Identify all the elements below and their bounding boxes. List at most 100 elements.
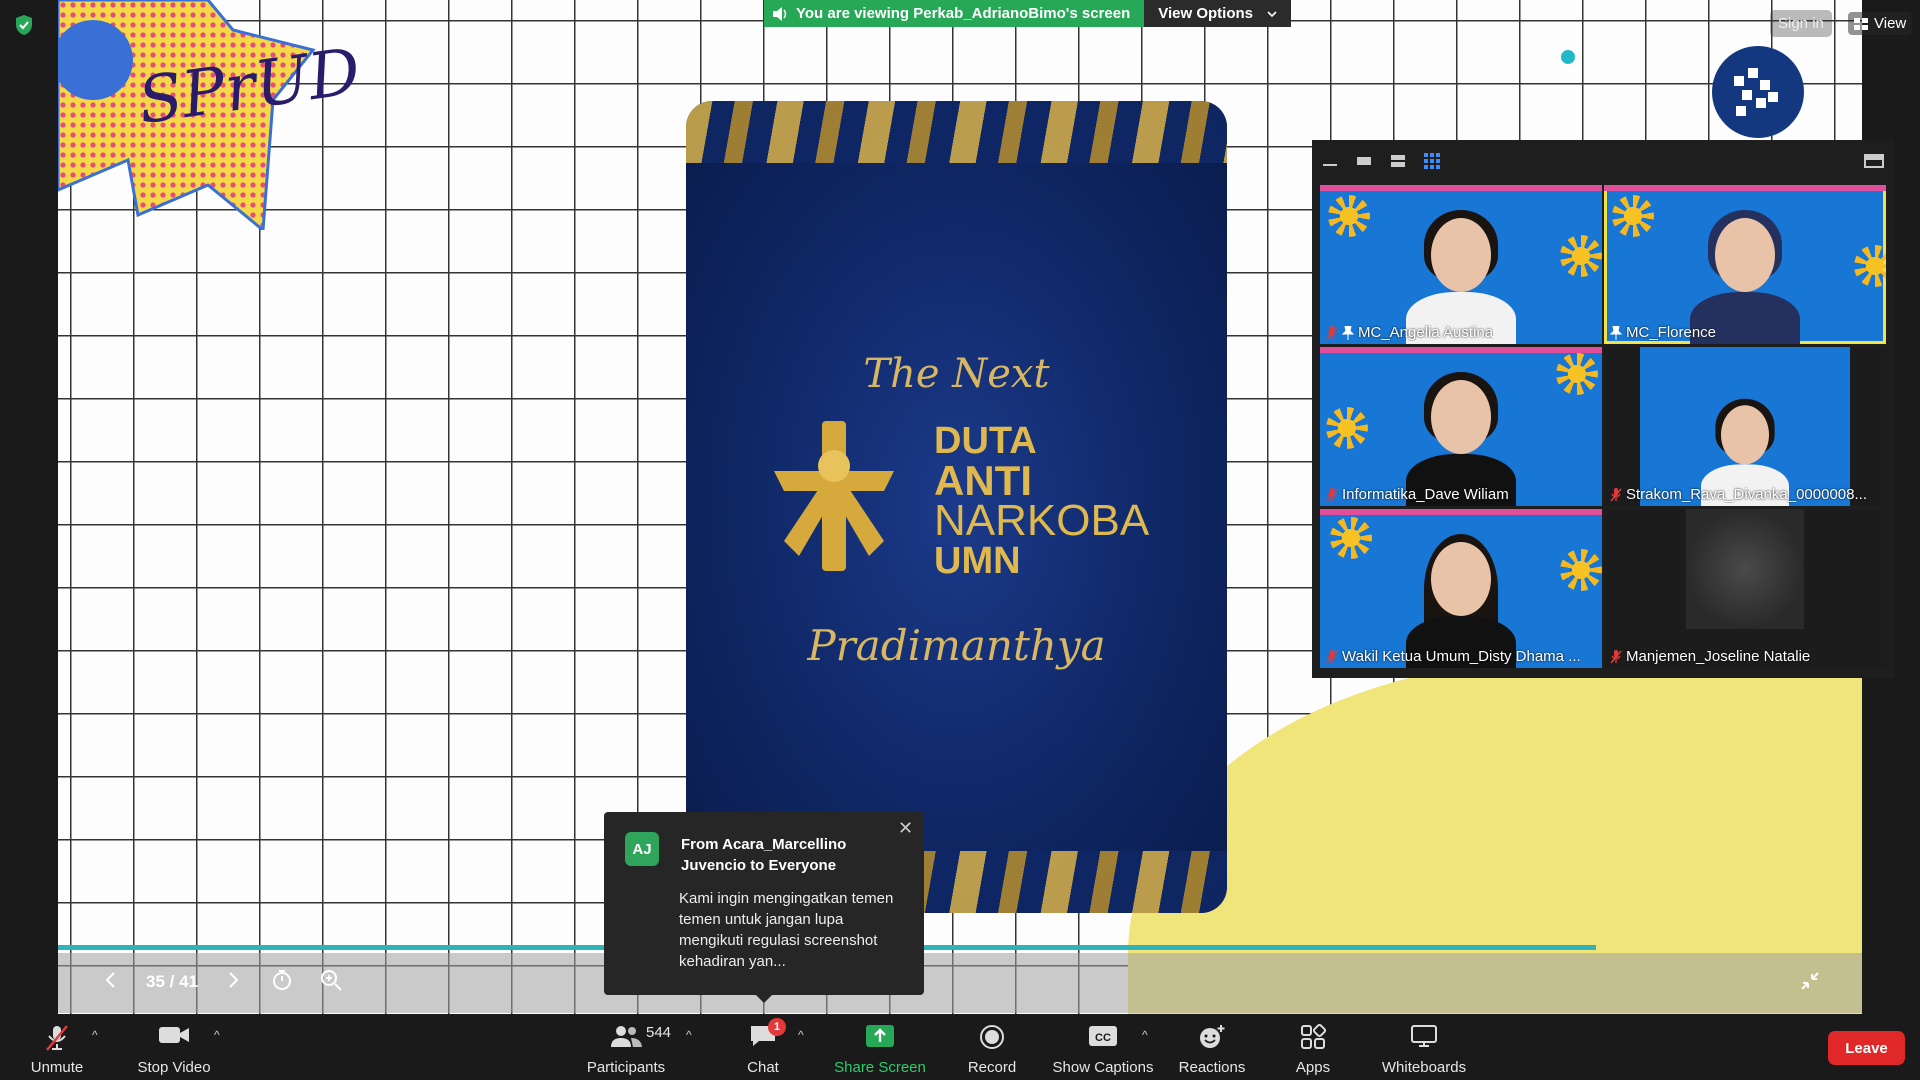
- tile-label: MC_Angelia Austina: [1326, 324, 1493, 341]
- gallery-toolbar: [1312, 140, 1894, 182]
- viewing-text: You are viewing Perkab_AdrianoBimo's scr…: [796, 5, 1131, 22]
- flower-decor: [1330, 517, 1372, 559]
- viewing-banner: You are viewing Perkab_AdrianoBimo's scr…: [764, 0, 1291, 27]
- stop-video-label: Stop Video: [137, 1059, 211, 1076]
- pin-icon: [1610, 325, 1622, 340]
- video-tile[interactable]: MC_Angelia Austina: [1320, 185, 1602, 344]
- chevron-right-icon[interactable]: [228, 971, 240, 989]
- minimize-icon[interactable]: [1322, 153, 1338, 169]
- avatar: AJ: [625, 832, 659, 866]
- tile-label: Manjemen_Joseline Natalie: [1610, 648, 1810, 665]
- flower-decor: [1328, 195, 1370, 237]
- captions-options-caret[interactable]: ^: [1142, 1028, 1148, 1042]
- poster-title-line: ANTI: [934, 457, 1032, 504]
- tile-banner: [1320, 509, 1602, 515]
- poster-title-line: UMN: [934, 540, 1021, 582]
- apps-button[interactable]: Apps: [1274, 1014, 1352, 1080]
- mic-muted-icon: [1326, 325, 1338, 340]
- flower-decor: [1560, 235, 1602, 277]
- chat-notification[interactable]: AJ From Acara_Marcellino Juvencio to Eve…: [604, 812, 924, 1003]
- sign-in-button[interactable]: Sign in: [1770, 10, 1832, 37]
- chat-label: Chat: [747, 1059, 779, 1076]
- poster-title-line: NARKOBA: [934, 496, 1150, 545]
- participants-options-caret[interactable]: ^: [686, 1028, 692, 1042]
- participant-video-frame: [1640, 347, 1850, 506]
- chevron-left-icon[interactable]: [104, 971, 116, 989]
- chat-sender: From Acara_Marcellino Juvencio to Everyo…: [681, 836, 847, 874]
- zoom-in-icon[interactable]: [320, 969, 342, 991]
- audio-options-caret[interactable]: ^: [92, 1028, 98, 1042]
- leave-button[interactable]: Leave: [1828, 1031, 1905, 1065]
- zoom-meeting-window: SPrUD The Next DUTA ANTI NARKOBA UMN Pra…: [0, 0, 1920, 1080]
- video-tile[interactable]: MC_Florence: [1604, 185, 1886, 344]
- chat-unread-badge: 1: [768, 1018, 786, 1036]
- decor-dot: [1561, 50, 1575, 64]
- share-screen-button[interactable]: Share Screen: [830, 1014, 930, 1080]
- poster-title-line: DUTA: [934, 420, 1037, 462]
- flower-decor: [1560, 549, 1602, 591]
- record-icon: [980, 1025, 1004, 1049]
- flower-decor: [1556, 353, 1598, 395]
- chat-options-caret[interactable]: ^: [798, 1028, 804, 1042]
- participant-video: [1406, 204, 1516, 344]
- video-tile[interactable]: Strakom_Rava_Divanka_0000008...: [1604, 347, 1886, 506]
- strip-view-icon[interactable]: [1390, 153, 1406, 169]
- apps-icon: [1301, 1024, 1326, 1049]
- video-options-caret[interactable]: ^: [214, 1028, 220, 1042]
- tile-label: MC_Florence: [1610, 324, 1716, 341]
- record-button[interactable]: Record: [956, 1014, 1028, 1080]
- timer-icon[interactable]: [272, 969, 292, 991]
- share-screen-label: Share Screen: [834, 1059, 926, 1076]
- whiteboards-button[interactable]: Whiteboards: [1374, 1014, 1474, 1080]
- video-tile[interactable]: Informatika_Dave Wiliam: [1320, 347, 1602, 506]
- tile-label: Wakil Ketua Umum_Disty Dhama ...: [1326, 648, 1581, 665]
- fullscreen-gallery-icon[interactable]: [1864, 153, 1884, 169]
- tile-banner: [1320, 185, 1602, 191]
- unmute-label: Unmute: [30, 1059, 84, 1076]
- chevron-down-icon: [1267, 10, 1277, 17]
- participant-name: Informatika_Dave Wiliam: [1342, 486, 1509, 503]
- flower-decor: [1326, 407, 1368, 449]
- svg-text:CC: CC: [1095, 1032, 1111, 1044]
- event-poster: The Next DUTA ANTI NARKOBA UMN Pradimant…: [686, 101, 1227, 913]
- pin-icon: [1342, 325, 1354, 340]
- chat-button[interactable]: 1 Chat: [728, 1014, 798, 1080]
- exit-fullscreen-icon[interactable]: [1800, 971, 1820, 991]
- mic-muted-icon: [1326, 487, 1338, 502]
- view-button[interactable]: View: [1848, 12, 1913, 35]
- poster-title: DUTA ANTI NARKOBA UMN: [934, 421, 1149, 581]
- meeting-toolbar: Unmute ^ Stop Video ^ 544 Participants ^…: [0, 1014, 1920, 1080]
- stop-video-button[interactable]: Stop Video: [132, 1014, 216, 1080]
- flower-decor: [1612, 195, 1654, 237]
- flower-decor: [1854, 245, 1886, 287]
- gallery-grid-icon[interactable]: [1424, 153, 1440, 169]
- participants-icon: [611, 1026, 642, 1047]
- umn-logo: [1712, 46, 1804, 138]
- participant-name: Manjemen_Joseline Natalie: [1626, 648, 1811, 665]
- view-options-button[interactable]: View Options: [1144, 0, 1291, 27]
- speaker-icon: [773, 6, 787, 21]
- share-screen-icon: [866, 1025, 894, 1047]
- participant-name: Strakom_Rava_Divanka_0000008...: [1626, 486, 1867, 503]
- grid-icon: [1854, 17, 1868, 30]
- show-captions-button[interactable]: CC Show Captions: [1048, 1014, 1158, 1080]
- apps-label: Apps: [1295, 1059, 1331, 1076]
- participants-button[interactable]: 544 Participants: [580, 1014, 672, 1080]
- reactions-label: Reactions: [1178, 1059, 1246, 1076]
- participants-label: Participants: [586, 1059, 666, 1076]
- show-captions-label: Show Captions: [1052, 1059, 1154, 1076]
- record-label: Record: [967, 1059, 1017, 1076]
- participant-video: [1406, 366, 1516, 506]
- view-label: View: [1874, 15, 1907, 32]
- unmute-button[interactable]: Unmute: [18, 1014, 96, 1080]
- speaker-view-icon[interactable]: [1356, 153, 1372, 169]
- chat-message: Kami ingin mengingatkan temen temen untu…: [679, 890, 894, 970]
- participants-count: 544: [646, 1024, 672, 1041]
- video-tile[interactable]: Manjemen_Joseline Natalie: [1604, 509, 1886, 668]
- video-tile[interactable]: Wakil Ketua Umum_Disty Dhama ...: [1320, 509, 1602, 668]
- encryption-shield-icon[interactable]: [14, 14, 34, 36]
- close-icon[interactable]: ✕: [898, 818, 913, 839]
- mic-muted-icon: [46, 1025, 68, 1051]
- reactions-button[interactable]: Reactions: [1170, 1014, 1254, 1080]
- mic-muted-icon: [1610, 649, 1622, 664]
